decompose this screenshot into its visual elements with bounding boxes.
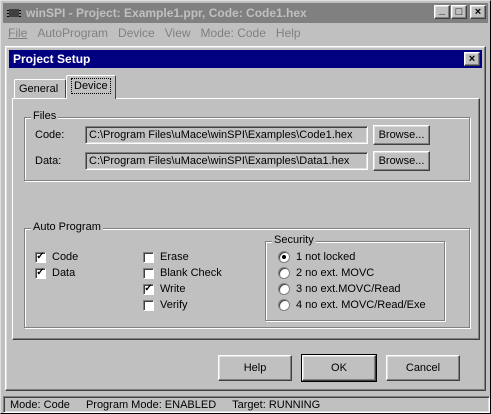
tab-device[interactable]: Device	[66, 75, 116, 99]
radio-security-3-label: 3 no ext.MOVC/Read	[296, 283, 401, 295]
status-mode: Mode: Code	[10, 398, 70, 411]
code-label: Code:	[35, 129, 65, 141]
help-button[interactable]: Help	[218, 355, 292, 381]
checkbox-data[interactable]: ✓ Data	[35, 267, 75, 279]
maximize-icon: □	[455, 5, 463, 18]
radio-security-2-label: 2 no ext. MOVC	[296, 267, 375, 279]
checkbox-verify-label: Verify	[160, 299, 188, 311]
unchecked-box-icon	[143, 299, 154, 311]
radio-security-2[interactable]: 2 no ext. MOVC	[278, 267, 374, 279]
menu-device[interactable]: Device	[113, 26, 160, 40]
tab-general[interactable]: General	[14, 79, 66, 99]
radio-unselected-icon	[278, 267, 290, 279]
dialog-close-button[interactable]: ×	[464, 52, 480, 66]
app-titlebar[interactable]: winSPI - Project: Example1.ppr, Code: Co…	[3, 3, 488, 23]
check-icon: ✓	[143, 283, 154, 295]
close-icon: ×	[474, 5, 482, 18]
window-title: winSPI - Project: Example1.ppr, Code: Co…	[26, 6, 307, 20]
checkbox-data-label: Data	[52, 267, 76, 279]
checkbox-blank-check[interactable]: Blank Check	[143, 267, 222, 279]
code-path-field[interactable]: C:\Program Files\uMace\winSPI\Examples\C…	[85, 126, 368, 144]
check-icon: ✓	[35, 267, 46, 279]
menu-view[interactable]: View	[160, 26, 196, 40]
checkbox-blank-check-label: Blank Check	[160, 267, 222, 279]
tab-device-label: Device	[71, 78, 111, 94]
cancel-button[interactable]: Cancel	[386, 355, 460, 381]
checkbox-erase-label: Erase	[160, 251, 189, 263]
menu-autoprogram[interactable]: AutoProgram	[32, 26, 113, 40]
checkbox-erase[interactable]: Erase	[143, 251, 189, 263]
radio-selected-icon	[278, 251, 290, 263]
unchecked-box-icon	[143, 251, 154, 263]
radio-security-1-label: 1 not locked	[296, 251, 356, 263]
ok-button[interactable]: OK	[301, 354, 377, 382]
menu-bar: File AutoProgram Device View Mode: Code …	[3, 24, 306, 42]
menu-file[interactable]: File	[3, 26, 32, 40]
project-setup-dialog: Project Setup × General Device Files Cod…	[5, 46, 486, 391]
checkbox-code[interactable]: ✓ Code	[35, 251, 78, 263]
dialog-title: Project Setup	[13, 52, 91, 66]
auto-program-group: Auto Program ✓ Code ✓ Data Erase Blank C…	[24, 221, 470, 328]
checkbox-code-label: Code	[52, 251, 79, 263]
close-icon: ×	[468, 53, 476, 65]
browse-data-button[interactable]: Browse...	[373, 151, 430, 171]
chip-icon	[6, 6, 22, 20]
checkbox-verify[interactable]: Verify	[143, 299, 188, 311]
status-target: Target: RUNNING	[232, 398, 321, 411]
unchecked-box-icon	[143, 267, 154, 279]
security-group-label: Security	[272, 234, 316, 246]
maximize-button[interactable]: □	[451, 5, 467, 19]
radio-unselected-icon	[278, 299, 290, 311]
radio-security-4[interactable]: 4 no ext. MOVC/Read/Exe	[278, 299, 426, 311]
dialog-titlebar[interactable]: Project Setup ×	[9, 50, 482, 68]
radio-security-3[interactable]: 3 no ext.MOVC/Read	[278, 283, 401, 295]
minimize-icon: _	[438, 3, 446, 16]
auto-program-group-label: Auto Program	[31, 221, 103, 233]
radio-security-4-label: 4 no ext. MOVC/Read/Exe	[296, 299, 426, 311]
minimize-button[interactable]: _	[434, 3, 450, 19]
window-close-button[interactable]: ×	[470, 5, 486, 19]
checkbox-write[interactable]: ✓ Write	[143, 283, 185, 295]
app-window: winSPI - Project: Example1.ppr, Code: Co…	[0, 0, 491, 414]
browse-code-button[interactable]: Browse...	[373, 125, 430, 145]
data-path-field[interactable]: C:\Program Files\uMace\winSPI\Examples\D…	[85, 152, 368, 170]
files-group: Files Code: C:\Program Files\uMace\winSP…	[24, 110, 470, 181]
data-label: Data:	[35, 155, 62, 167]
radio-unselected-icon	[278, 283, 290, 295]
security-group: Security 1 not locked 2 no ext. MOVC 3 n…	[265, 234, 445, 321]
files-group-label: Files	[31, 110, 59, 122]
status-bar: Mode: Code Program Mode: ENABLED Target:…	[3, 396, 490, 413]
menu-help[interactable]: Help	[271, 26, 306, 40]
status-program-mode: Program Mode: ENABLED	[85, 398, 217, 411]
radio-security-1[interactable]: 1 not locked	[278, 251, 355, 263]
menu-mode[interactable]: Mode: Code	[196, 26, 271, 40]
checkbox-write-label: Write	[160, 283, 186, 295]
check-icon: ✓	[35, 251, 46, 263]
